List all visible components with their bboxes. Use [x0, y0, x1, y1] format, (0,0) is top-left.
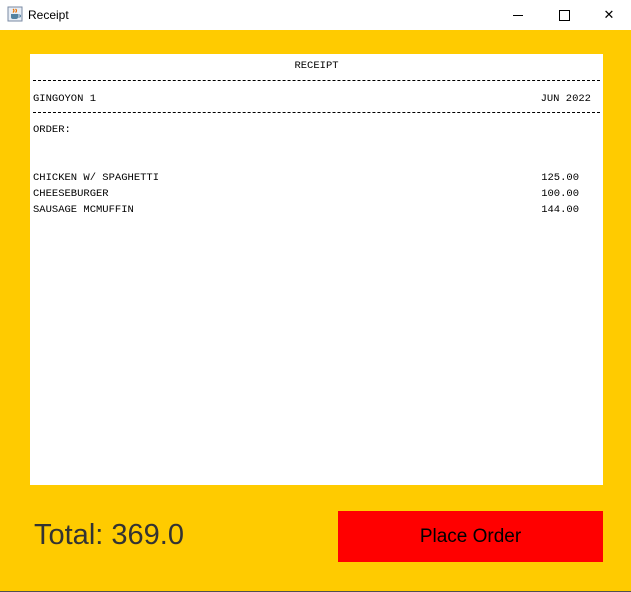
- receipt-date: JUN 2022: [540, 93, 591, 105]
- receipt-title: RECEIPT: [294, 60, 339, 72]
- close-button[interactable]: ✕: [586, 0, 631, 30]
- item-price: 144.00: [541, 204, 579, 216]
- maximize-icon: [558, 9, 570, 21]
- close-icon: ✕: [603, 7, 615, 23]
- place-order-button[interactable]: Place Order: [338, 511, 603, 562]
- item-name: CHICKEN W/ SPAGHETTI: [33, 172, 160, 184]
- receipt-area: RECEIPT GINGOYON 1 JUN 2022 ORDER: CHICK…: [30, 54, 603, 485]
- item-name: CHEESEBURGER: [33, 188, 109, 200]
- maximize-button[interactable]: [541, 0, 587, 30]
- item-name: SAUSAGE MCMUFFIN: [33, 204, 134, 216]
- java-cup-icon: [7, 6, 23, 22]
- item-price: 125.00: [541, 172, 579, 184]
- store-name: GINGOYON 1: [33, 93, 97, 105]
- content-panel: RECEIPT GINGOYON 1 JUN 2022 ORDER: CHICK…: [0, 30, 631, 591]
- window-title: Receipt: [28, 8, 69, 22]
- minimize-button[interactable]: [495, 0, 541, 30]
- item-price: 100.00: [541, 188, 579, 200]
- title-bar: Receipt ✕: [0, 0, 631, 30]
- divider: [33, 112, 600, 113]
- total-label: Total: 369.0: [34, 519, 184, 551]
- minimize-icon: [513, 14, 523, 16]
- order-label: ORDER:: [33, 124, 71, 136]
- divider: [33, 80, 600, 81]
